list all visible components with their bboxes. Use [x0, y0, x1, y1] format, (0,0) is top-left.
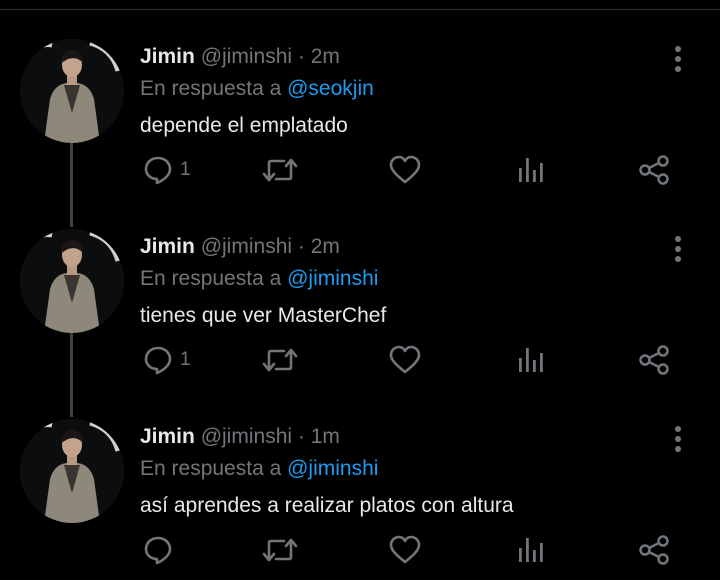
retweet-icon: [262, 348, 298, 372]
separator-dot: ·: [297, 235, 305, 258]
reply-prefix: En respuesta a: [140, 457, 282, 480]
analytics-button[interactable]: [516, 530, 546, 570]
separator-dot: ·: [297, 45, 305, 68]
action-bar: 1: [140, 340, 700, 380]
analytics-button[interactable]: [516, 340, 546, 380]
analytics-icon: [519, 538, 543, 562]
reply-mention[interactable]: @jiminshi: [287, 457, 378, 480]
tweet-time[interactable]: 1m: [311, 425, 340, 448]
heart-icon: [389, 155, 421, 184]
share-button[interactable]: [638, 530, 672, 570]
tweet-time[interactable]: 2m: [311, 45, 340, 68]
heart-icon: [389, 345, 421, 374]
avatar-photo: [20, 39, 124, 143]
reply-icon: [144, 536, 172, 565]
more-options-button[interactable]: [666, 424, 690, 454]
share-button[interactable]: [638, 150, 672, 190]
reply-context: En respuesta a @seokjin: [140, 76, 374, 102]
author-name[interactable]: Jimin: [140, 235, 195, 258]
tweet[interactable]: Jimin @jiminshi · 1m En respuesta a @jim…: [0, 390, 720, 580]
separator-dot: ·: [297, 425, 305, 448]
like-button[interactable]: [388, 150, 428, 190]
share-icon: [639, 155, 669, 185]
tweet[interactable]: Jimin @jiminshi · 2m En respuesta a @jim…: [0, 200, 720, 390]
author-name[interactable]: Jimin: [140, 425, 195, 448]
heart-icon: [389, 535, 421, 564]
analytics-button[interactable]: [516, 150, 546, 190]
more-options-button[interactable]: [666, 234, 690, 264]
like-button[interactable]: [388, 340, 428, 380]
author-name[interactable]: Jimin: [140, 45, 195, 68]
more-options-icon: [675, 46, 681, 52]
tweet-header: Jimin @jiminshi · 1m: [140, 424, 340, 450]
tweet[interactable]: Jimin @jiminshi · 2m En respuesta a @seo…: [0, 10, 720, 200]
share-icon: [639, 345, 669, 375]
action-bar: 1: [140, 150, 700, 190]
reply-button[interactable]: 1: [142, 150, 191, 190]
reply-count: 1: [180, 159, 191, 180]
avatar-photo: [20, 419, 124, 523]
avatar[interactable]: [20, 419, 124, 523]
like-button[interactable]: [388, 530, 428, 570]
reply-context: En respuesta a @jiminshi: [140, 456, 378, 482]
retweet-button[interactable]: [262, 340, 304, 380]
share-button[interactable]: [638, 340, 672, 380]
reply-icon: [144, 346, 172, 375]
reply-icon: [144, 156, 172, 185]
tweet-text: depende el emplatado: [140, 114, 348, 137]
retweet-button[interactable]: [262, 530, 304, 570]
reply-mention[interactable]: @jiminshi: [287, 267, 378, 290]
tweet-header: Jimin @jiminshi · 2m: [140, 234, 340, 260]
retweet-button[interactable]: [262, 150, 304, 190]
retweet-icon: [262, 158, 298, 182]
reply-prefix: En respuesta a: [140, 267, 282, 290]
tweet-text: así aprendes a realizar platos con altur…: [140, 494, 514, 517]
share-icon: [639, 535, 669, 565]
reply-count: 1: [180, 349, 191, 370]
more-options-icon: [675, 236, 681, 242]
reply-button[interactable]: 1: [142, 340, 191, 380]
more-options-button[interactable]: [666, 44, 690, 74]
avatar[interactable]: [20, 229, 124, 333]
action-bar: [140, 530, 700, 570]
author-handle[interactable]: @jiminshi: [201, 425, 292, 448]
tweet-text: tienes que ver MasterChef: [140, 304, 387, 327]
more-options-icon: [675, 426, 681, 432]
author-handle[interactable]: @jiminshi: [201, 45, 292, 68]
analytics-icon: [519, 158, 543, 182]
avatar-photo: [20, 229, 124, 333]
reply-prefix: En respuesta a: [140, 77, 282, 100]
retweet-icon: [262, 538, 298, 562]
reply-button[interactable]: [142, 530, 180, 570]
author-handle[interactable]: @jiminshi: [201, 235, 292, 258]
analytics-icon: [519, 348, 543, 372]
reply-context: En respuesta a @jiminshi: [140, 266, 378, 292]
tweet-header: Jimin @jiminshi · 2m: [140, 44, 340, 70]
reply-mention[interactable]: @seokjin: [287, 77, 374, 100]
avatar[interactable]: [20, 39, 124, 143]
tweet-time[interactable]: 2m: [311, 235, 340, 258]
